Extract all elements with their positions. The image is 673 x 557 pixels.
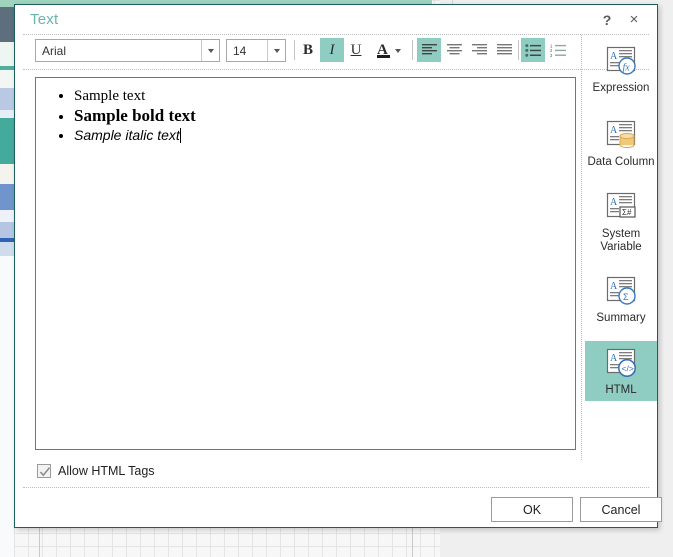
rail-item-data-column[interactable]: A Data Column bbox=[585, 113, 657, 173]
rail-item-expression[interactable]: A fx Expression bbox=[585, 39, 657, 99]
rail-label-expression: Expression bbox=[592, 82, 650, 94]
align-left-button[interactable] bbox=[417, 38, 441, 62]
footer-divider bbox=[23, 487, 649, 488]
font-color-button[interactable]: A bbox=[373, 38, 406, 62]
cancel-button[interactable]: Cancel bbox=[580, 497, 662, 522]
font-family-value: Arial bbox=[42, 43, 67, 58]
toolbar-divider-bottom bbox=[23, 69, 649, 70]
italic-button[interactable]: I bbox=[320, 38, 344, 62]
font-color-swatch bbox=[377, 55, 390, 58]
editor-list-item[interactable]: Sample italic text bbox=[74, 127, 575, 145]
underline-button[interactable]: U bbox=[344, 38, 368, 62]
insert-element-rail: A fx Expression A Data Column A Σ# Syste… bbox=[581, 35, 657, 460]
align-center-icon bbox=[446, 44, 462, 55]
toolbar-divider-1 bbox=[294, 40, 295, 60]
allow-html-tags-row[interactable]: Allow HTML Tags bbox=[37, 464, 155, 478]
align-left-icon bbox=[421, 44, 437, 55]
bulleted-list-button[interactable] bbox=[521, 38, 545, 62]
chevron-down-icon[interactable] bbox=[395, 49, 401, 53]
align-justify-button[interactable] bbox=[492, 38, 516, 62]
close-icon[interactable]: × bbox=[625, 11, 643, 29]
background-column-separator-2 bbox=[412, 528, 413, 557]
align-right-button[interactable] bbox=[467, 38, 491, 62]
bulleted-list-icon bbox=[525, 43, 541, 57]
svg-text:Σ: Σ bbox=[623, 292, 629, 302]
rail-label-html: HTML bbox=[605, 384, 637, 396]
toolbar-divider-2 bbox=[412, 40, 413, 60]
svg-text:A: A bbox=[610, 197, 618, 208]
rail-item-summary[interactable]: A Σ Summary bbox=[585, 269, 657, 329]
rail-item-html[interactable]: A </> HTML bbox=[585, 341, 657, 401]
formatting-toolbar: Arial 14 B I U A 1 2 3 bbox=[15, 35, 657, 67]
align-center-button[interactable] bbox=[442, 38, 466, 62]
bold-icon: B bbox=[302, 41, 313, 58]
svg-text:A: A bbox=[610, 125, 618, 136]
svg-text:Σ#: Σ# bbox=[622, 208, 632, 217]
font-size-dropdown-button[interactable] bbox=[267, 40, 285, 61]
editor-line-italic: Sample italic text bbox=[74, 127, 180, 143]
align-justify-icon bbox=[496, 44, 512, 55]
dialog-titlebar: Text ? × bbox=[15, 5, 657, 33]
help-icon[interactable]: ? bbox=[598, 11, 616, 29]
numbered-list-button[interactable]: 1 2 3 bbox=[546, 38, 570, 62]
underline-icon: U bbox=[350, 41, 362, 58]
editor-list-item[interactable]: Sample text bbox=[74, 87, 575, 105]
editor-line-bold: Sample bold text bbox=[74, 106, 196, 125]
bold-button[interactable]: B bbox=[296, 38, 320, 62]
svg-text:</>: </> bbox=[622, 364, 634, 374]
background-left-color-bands bbox=[0, 0, 14, 557]
text-dialog: Text ? × Arial 14 B I U A 1 2 3 • Sample… bbox=[14, 4, 662, 528]
ok-button[interactable]: OK bbox=[491, 497, 573, 522]
rail-label-data-column: Data Column bbox=[587, 156, 655, 168]
allow-html-tags-label: Allow HTML Tags bbox=[58, 464, 155, 478]
font-size-value: 14 bbox=[233, 43, 247, 58]
expression-icon: A fx bbox=[606, 46, 636, 75]
italic-icon: I bbox=[329, 41, 335, 58]
font-size-select[interactable]: 14 bbox=[226, 39, 286, 62]
align-right-icon bbox=[471, 44, 487, 55]
chevron-down-icon bbox=[207, 48, 214, 53]
allow-html-tags-checkbox[interactable] bbox=[37, 464, 51, 478]
font-family-select[interactable]: Arial bbox=[35, 39, 220, 62]
toolbar-divider-3 bbox=[518, 40, 519, 60]
editor-bulleted-list: Sample text Sample bold text Sample ital… bbox=[36, 87, 575, 145]
font-family-dropdown-button[interactable] bbox=[201, 40, 219, 61]
checkmark-icon bbox=[39, 467, 51, 477]
text-editor-area[interactable]: Sample text Sample bold text Sample ital… bbox=[35, 77, 576, 450]
editor-list-item[interactable]: Sample bold text bbox=[74, 106, 575, 126]
rail-item-system-variable[interactable]: A Σ# System Variable bbox=[585, 185, 657, 257]
system-variable-icon: A Σ# bbox=[606, 192, 636, 218]
rail-label-system-variable: System Variable bbox=[600, 228, 642, 253]
editor-line-regular: Sample text bbox=[74, 88, 146, 104]
svg-text:A: A bbox=[610, 353, 618, 364]
svg-text:3: 3 bbox=[550, 53, 553, 57]
screen: Text ? × Arial 14 B I U A 1 2 3 • Sample… bbox=[0, 0, 673, 557]
svg-text:A: A bbox=[610, 281, 618, 292]
html-icon: A </> bbox=[606, 348, 636, 377]
numbered-list-icon: 1 2 3 bbox=[550, 44, 566, 57]
dialog-title: Text bbox=[30, 11, 59, 28]
data-column-icon: A bbox=[606, 120, 636, 149]
svg-text:A: A bbox=[610, 51, 618, 62]
chevron-down-icon bbox=[273, 48, 280, 53]
text-cursor bbox=[179, 128, 181, 143]
summary-icon: A Σ bbox=[606, 276, 636, 305]
rail-label-summary: Summary bbox=[596, 312, 646, 324]
svg-text:fx: fx bbox=[623, 63, 631, 74]
